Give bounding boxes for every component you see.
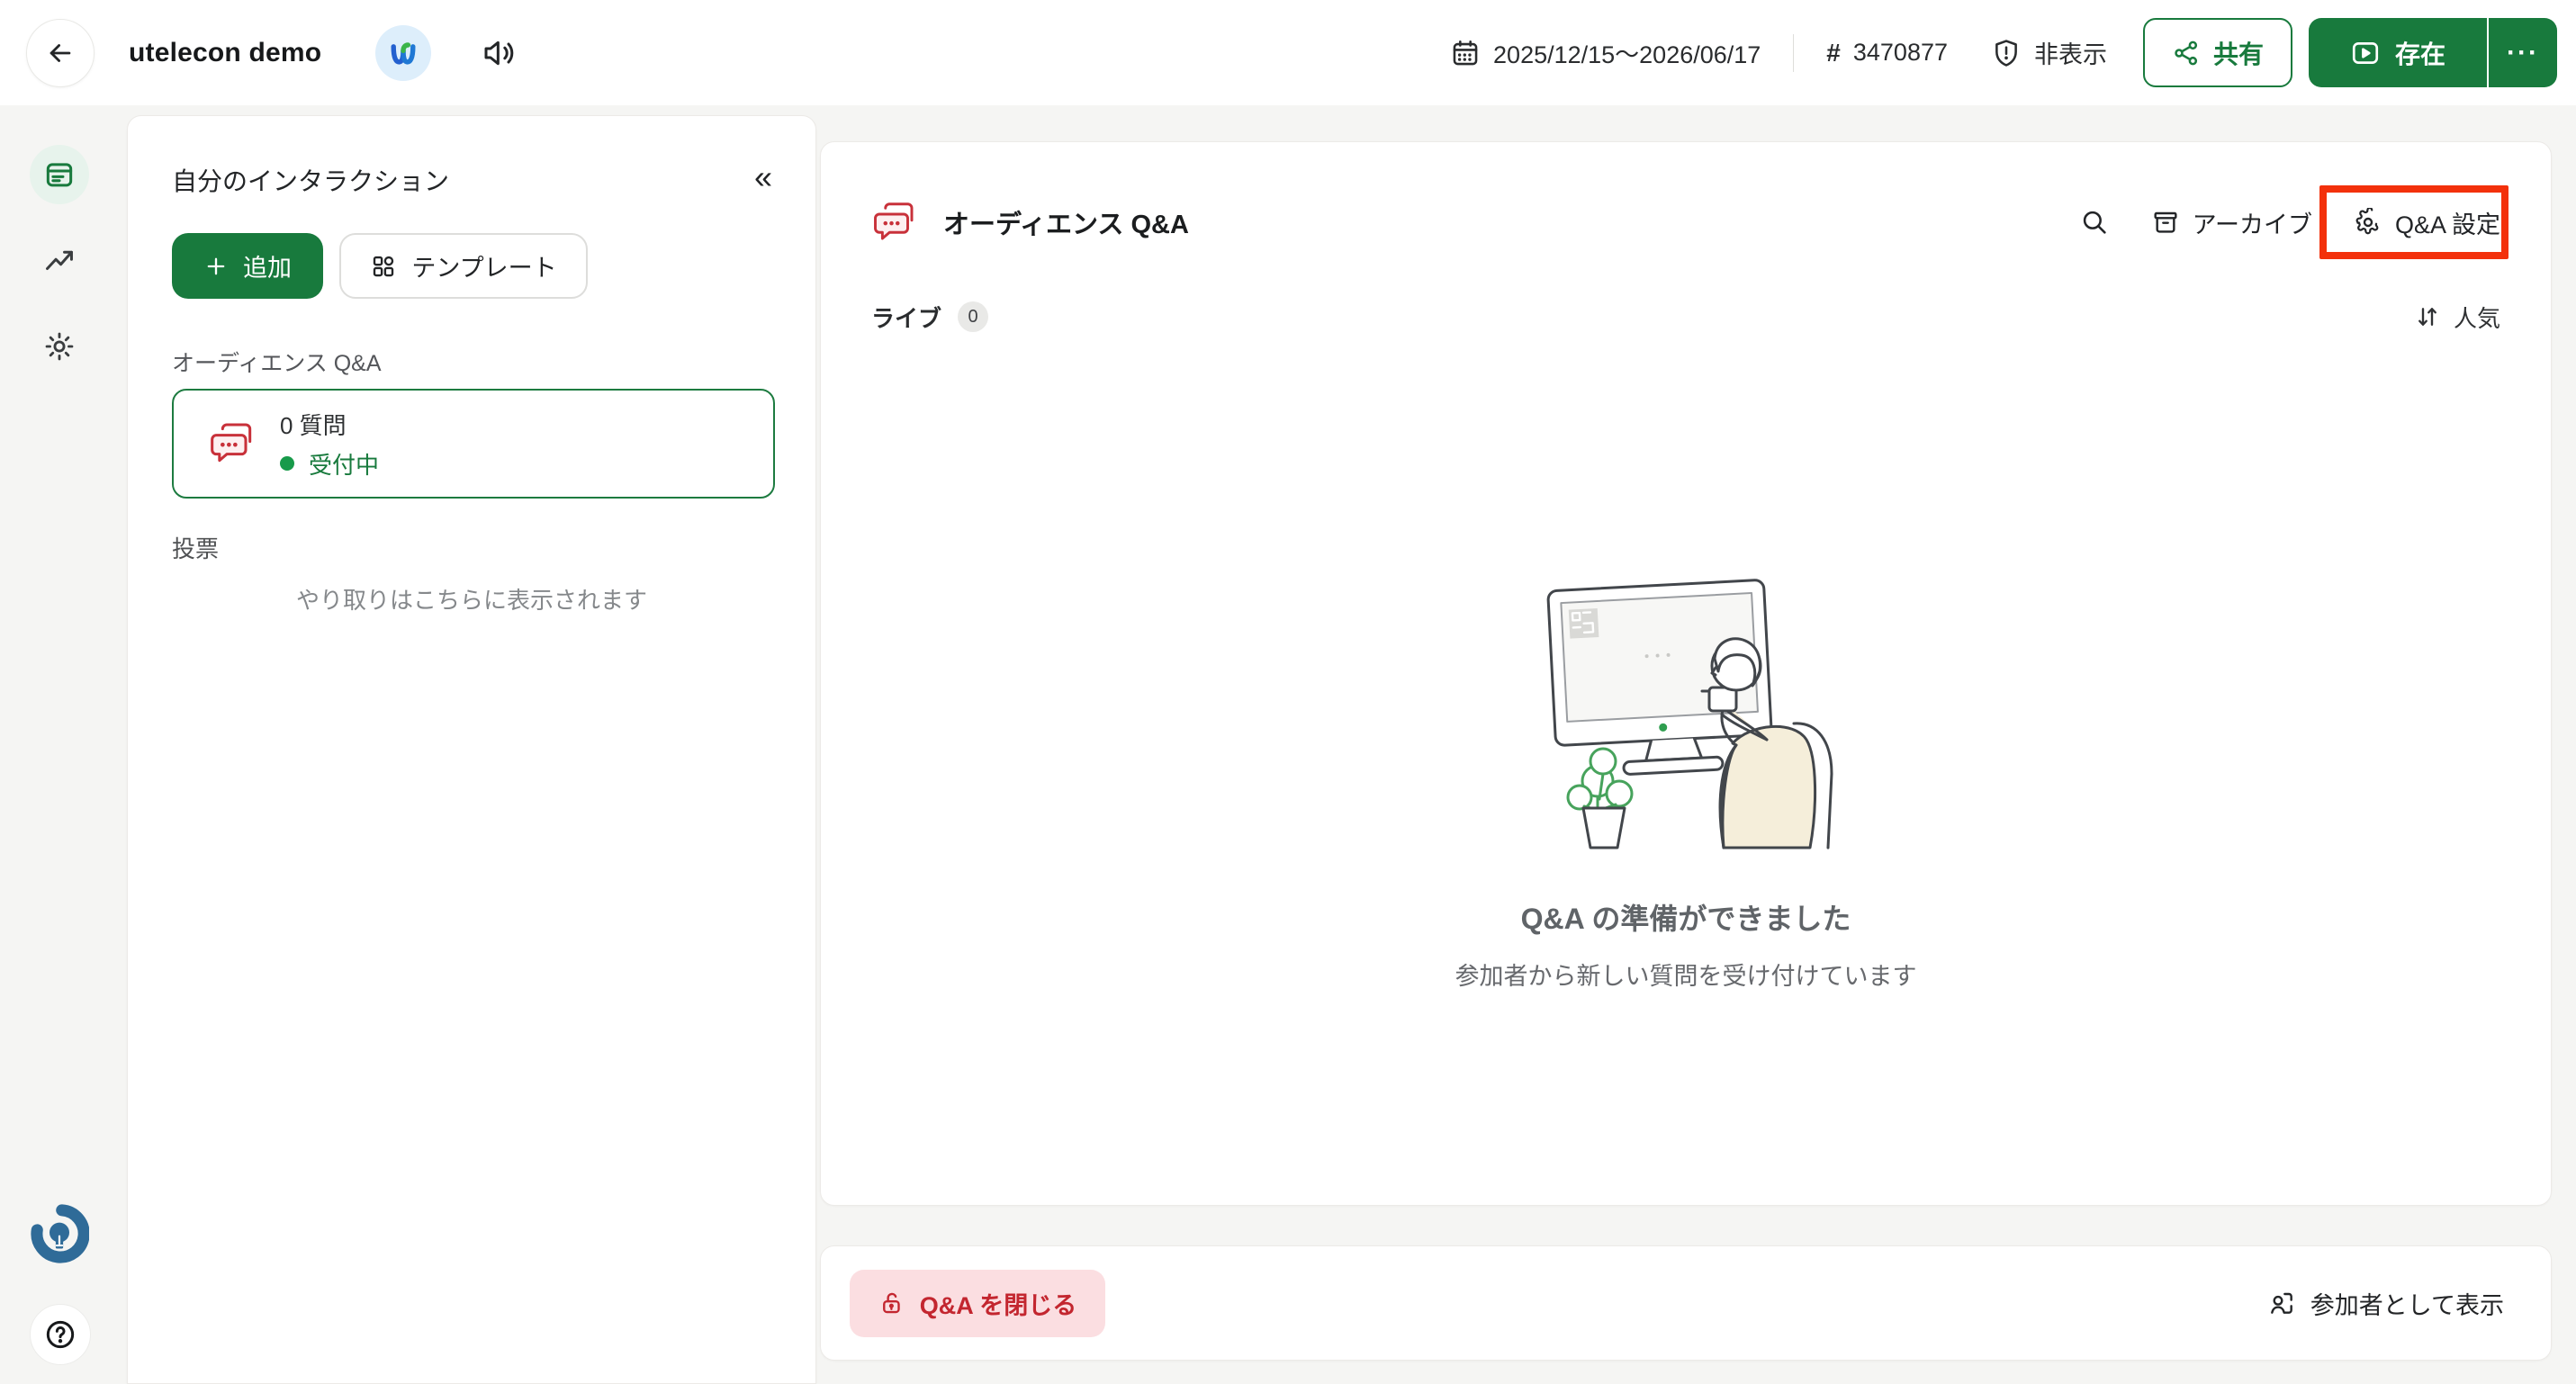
search-button[interactable] [2079, 207, 2110, 238]
archive-box-icon [2151, 208, 2180, 237]
privacy-status-label: 非表示 [2034, 41, 2107, 68]
collapse-sidebar-button[interactable]: « [754, 161, 772, 199]
qa-settings-button-label: Q&A 設定 [2394, 211, 2500, 238]
slido-logo[interactable] [30, 1204, 89, 1263]
event-code-value: 3470877 [1852, 39, 1948, 66]
interactions-icon [42, 157, 77, 192]
sidebar-actions: 追加 テンプレート [128, 199, 815, 299]
share-button[interactable]: 共有 [2143, 18, 2292, 87]
nav-interactions-button[interactable] [30, 145, 89, 204]
live-count-badge: 0 [958, 301, 989, 332]
view-as-participant-button[interactable]: 参加者として表示 [2267, 1286, 2504, 1321]
share-icon [2172, 39, 2201, 67]
qa-main-panel: オーディエンス Q&A アーカイブ Q&A 設定 ライブ 0 人気 Q&A の準… [820, 141, 2552, 1206]
gear-icon [2354, 208, 2382, 237]
plus-icon [203, 254, 229, 279]
empty-state-title: Q&A の準備ができました [1520, 903, 1851, 935]
back-arrow-icon [45, 38, 76, 68]
sidebar-placeholder-text: やり取りはこちらに表示されます [295, 587, 647, 614]
close-qa-button-label: Q&A を閉じる [919, 1291, 1077, 1319]
present-button-label: 存在 [2394, 40, 2445, 68]
search-icon [2079, 207, 2110, 238]
archive-button-label: アーカイブ [2192, 211, 2312, 238]
qa-toolbar-row: ライブ 0 人気 [821, 297, 2551, 337]
left-nav-rail [0, 105, 127, 1384]
template-button[interactable]: テンプレート [339, 233, 588, 299]
qa-status: 受付中 [280, 447, 379, 481]
question-mark-icon [42, 1317, 78, 1353]
close-qa-button[interactable]: Q&A を閉じる [850, 1269, 1105, 1337]
tab-live[interactable]: ライブ 0 [871, 301, 989, 334]
template-button-label: テンプレート [411, 255, 557, 282]
hash-icon: # [1826, 38, 1841, 67]
qa-footer-bar: Q&A を閉じる 参加者として表示 [820, 1245, 2552, 1361]
present-split-button: 存在 ··· [2309, 18, 2557, 87]
gear-icon [42, 329, 77, 364]
event-dates[interactable]: 2025/12/15〜2026/06/17 [1450, 35, 1761, 70]
qa-card-texts: 0 質問 受付中 [280, 408, 379, 481]
shield-exclamation-icon [1991, 38, 2022, 68]
present-play-icon [2350, 38, 2381, 68]
announcement-speaker-icon[interactable] [482, 35, 518, 71]
share-button-label: 共有 [2212, 40, 2264, 68]
sort-arrows-icon [2414, 303, 2441, 330]
qa-header-controls: アーカイブ Q&A 設定 [2079, 205, 2500, 240]
add-button-label: 追加 [243, 255, 292, 282]
page-title: utelecon demo [129, 37, 322, 67]
app-root: utelecon demo 2025/12/15〜2026/06/17 # 34… [0, 0, 2576, 1384]
tab-live-label: ライブ [871, 304, 942, 332]
sort-button[interactable]: 人気 [2414, 301, 2500, 334]
archive-button[interactable]: アーカイブ [2151, 205, 2312, 240]
qa-chat-bubbles-icon [208, 418, 258, 469]
qa-section-label: オーディエンス Q&A [172, 351, 382, 376]
add-button[interactable]: 追加 [172, 233, 323, 299]
help-button[interactable] [30, 1304, 91, 1365]
event-date-range: 2025/12/15〜2026/06/17 [1493, 41, 1761, 68]
calendar-icon [1450, 38, 1481, 68]
event-code[interactable]: # 3470877 [1826, 39, 1948, 67]
nav-settings-button[interactable] [30, 317, 89, 376]
webex-logo-icon [387, 37, 419, 69]
present-button[interactable]: 存在 [2309, 18, 2487, 87]
ellipsis-icon: ··· [2507, 37, 2539, 67]
qa-chat-bubbles-icon [871, 198, 920, 247]
webex-integration-badge[interactable] [375, 24, 432, 81]
top-bar: utelecon demo 2025/12/15〜2026/06/17 # 34… [0, 0, 2576, 105]
sidebar-title: 自分のインタラクション [172, 167, 450, 195]
interactions-sidebar: 自分のインタラクション « 追加 テンプレート オーディエンス Q&A 0 質問… [127, 115, 816, 1384]
sidebar-header: 自分のインタラクション « [128, 116, 815, 199]
unlock-icon [878, 1290, 905, 1317]
status-dot-icon [280, 456, 294, 471]
back-button[interactable] [26, 18, 95, 87]
empty-state-subtitle: 参加者から新しい質問を受け付けています [1455, 963, 1917, 990]
empty-state-illustration [1497, 572, 1875, 869]
qa-panel-header: オーディエンス Q&A アーカイブ Q&A 設定 [821, 142, 2551, 259]
template-grid-icon [370, 253, 397, 280]
topbar-divider [1793, 33, 1795, 72]
participant-view-icon [2267, 1289, 2296, 1317]
sort-button-label: 人気 [2453, 304, 2500, 332]
topbar-right-cluster: 2025/12/15〜2026/06/17 # 3470877 非表示 共有 存… [1450, 18, 2557, 87]
nav-analytics-button[interactable] [30, 230, 89, 290]
qa-status-label: 受付中 [309, 451, 380, 479]
present-more-button[interactable]: ··· [2487, 18, 2557, 87]
qa-interaction-card[interactable]: 0 質問 受付中 [172, 389, 775, 499]
trending-up-icon [42, 243, 77, 277]
qa-panel-title: オーディエンス Q&A [943, 211, 1189, 239]
privacy-status[interactable]: 非表示 [1991, 35, 2107, 70]
qa-question-count: 0 質問 [280, 411, 347, 439]
view-as-participant-label: 参加者として表示 [2310, 1291, 2504, 1319]
polls-section-label: 投票 [172, 535, 220, 562]
qa-settings-button[interactable]: Q&A 設定 [2354, 205, 2500, 240]
